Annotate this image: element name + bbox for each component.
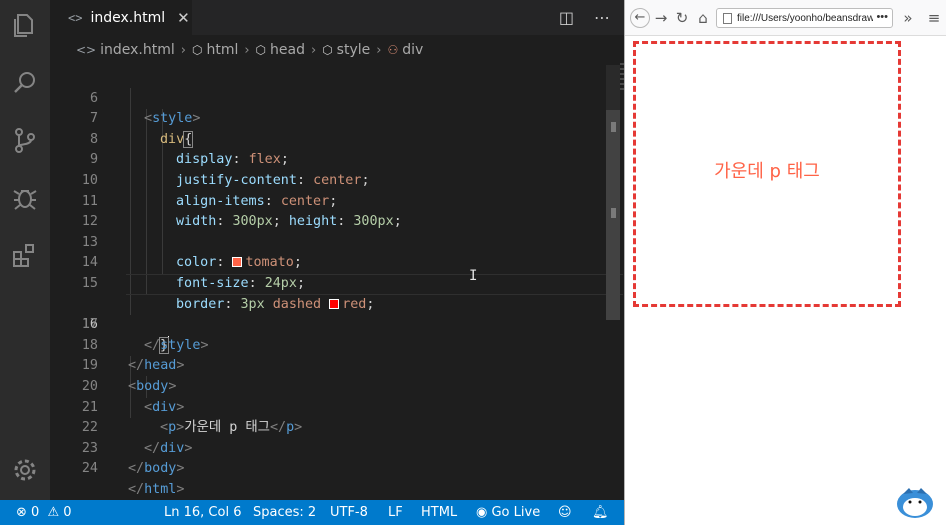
code-line: 20 <div> bbox=[81, 378, 185, 415]
scroll-marker bbox=[611, 122, 616, 132]
go-live-button[interactable]: ◉ Go Live bbox=[476, 500, 540, 525]
back-icon[interactable]: ← bbox=[630, 8, 650, 28]
line-ending[interactable]: LF bbox=[388, 500, 403, 525]
avatar bbox=[893, 480, 937, 520]
problems-indicator[interactable]: ⊗ 0 ⚠ 0 bbox=[16, 500, 72, 525]
cube-icon: ⬡ bbox=[191, 43, 203, 57]
demo-paragraph: 가운데 p 태그 bbox=[714, 161, 820, 182]
chevron-right-icon: › bbox=[310, 42, 317, 58]
cursor-position[interactable]: Ln 16, Col 6 bbox=[164, 500, 241, 525]
cube-icon: ⬡ bbox=[322, 43, 333, 57]
breadcrumb: <> index.html › ⬡ html › ⬡ head › ⬡ style › … bbox=[50, 35, 624, 65]
error-icon: ⊗ bbox=[16, 505, 27, 520]
notifications-bell-icon[interactable]: 🔔︎ bbox=[592, 500, 609, 525]
forward-icon[interactable]: → bbox=[652, 9, 670, 27]
breadcrumb-div[interactable]: ⚇ div bbox=[387, 42, 423, 58]
code-line-current: 16 } bbox=[50, 273, 623, 354]
code-line: 21 <p>가운데 p 태그</p> bbox=[81, 399, 303, 436]
extensions-icon[interactable] bbox=[10, 240, 40, 270]
more-actions-icon[interactable]: ⋯ bbox=[594, 8, 610, 27]
debug-icon[interactable] bbox=[10, 182, 40, 212]
code-editor[interactable]: 6 <style> 7 div{ 8 display: flex; 9 just… bbox=[50, 68, 623, 497]
page-actions-icon[interactable]: ••• bbox=[873, 11, 888, 23]
feedback-smiley-icon[interactable]: ☺ bbox=[558, 500, 572, 525]
code-line: 12 bbox=[81, 214, 98, 230]
overflow-chevrons-icon[interactable]: » bbox=[899, 9, 917, 27]
breadcrumb-html[interactable]: ⬡ html bbox=[192, 42, 238, 58]
code-brackets-icon: <> bbox=[68, 10, 83, 25]
code-line: 8 display: flex; bbox=[89, 131, 289, 168]
encoding[interactable]: UTF-8 bbox=[330, 500, 368, 525]
cube-icon: ⬡ bbox=[255, 43, 267, 57]
browser-toolbar: ← → ↻ ⌂ file:///Users/yoonho/beansdrawe … bbox=[625, 0, 946, 36]
code-line: 7 div{ bbox=[89, 111, 194, 148]
source-control-icon[interactable] bbox=[10, 125, 40, 155]
search-icon[interactable] bbox=[10, 68, 40, 98]
broadcast-icon: ◉ bbox=[476, 505, 488, 520]
selector-icon: ⚇ bbox=[387, 43, 399, 57]
reload-icon[interactable]: ↻ bbox=[673, 9, 691, 27]
code-line: 22 </div> bbox=[81, 420, 193, 456]
code-line: 9 justify-content: center; bbox=[89, 152, 370, 188]
status-bar: ⊗ 0 ⚠ 0 Ln 16, Col 6 Spaces: 2 UTF-8 LF … bbox=[0, 500, 624, 525]
explorer-icon[interactable] bbox=[10, 10, 40, 40]
editor-area[interactable]: <> index.html ✕ ◫ ⋯ <> index.html › ⬡ html… bbox=[50, 0, 640, 500]
menu-icon[interactable]: ≡ bbox=[925, 9, 943, 27]
settings-gear-icon[interactable] bbox=[10, 455, 40, 485]
chevron-right-icon: › bbox=[376, 42, 382, 58]
demo-flex-div: 가운데 p 태그 bbox=[633, 41, 901, 307]
code-line: 14 font-size: 24px; bbox=[81, 255, 305, 291]
url-bar[interactable]: file:///Users/yoonho/beansdrawe ••• bbox=[716, 8, 893, 28]
tab-bar: <> index.html ✕ ◫ ⋯ bbox=[50, 0, 624, 35]
activity-bar bbox=[0, 0, 50, 500]
language-mode[interactable]: HTML bbox=[421, 500, 457, 525]
chevron-right-icon: › bbox=[180, 42, 186, 58]
warning-icon: ⚠ bbox=[47, 505, 60, 520]
scroll-marker bbox=[611, 208, 616, 218]
code-line: 11 width: 300px; height: 300px; bbox=[81, 193, 402, 230]
breadcrumb-file[interactable]: <> index.html bbox=[76, 42, 175, 58]
code-line: 17 </style> bbox=[81, 317, 209, 353]
mouse-ibeam-icon: I bbox=[469, 268, 478, 284]
code-line: 23 </body> bbox=[81, 440, 185, 477]
browser-preview: ← → ↻ ⌂ file:///Users/yoonho/beansdrawe … bbox=[624, 0, 946, 525]
code-line: 18 </head> bbox=[81, 337, 185, 374]
code-line: 15 border: 3px dashed red; bbox=[81, 275, 375, 312]
close-icon[interactable]: ✕ bbox=[177, 9, 190, 27]
indentation[interactable]: Spaces: 2 bbox=[253, 500, 316, 525]
code-line: 13 color: tomato; bbox=[81, 234, 302, 271]
breadcrumb-head[interactable]: ⬡ head bbox=[256, 42, 305, 58]
code-line: 19 <body> bbox=[81, 358, 177, 394]
breadcrumb-style[interactable]: ⬡ style bbox=[322, 42, 370, 58]
split-editor-icon[interactable]: ◫ bbox=[559, 8, 574, 27]
code-line: 10 align-items: center; bbox=[81, 172, 338, 209]
page-icon bbox=[723, 12, 732, 24]
code-brackets-icon: <> bbox=[76, 43, 97, 57]
code-line: 24 </html> bbox=[81, 461, 185, 497]
tab-index-html[interactable]: <> index.html ✕ bbox=[50, 0, 192, 35]
chevron-right-icon: › bbox=[244, 42, 250, 58]
home-icon[interactable]: ⌂ bbox=[694, 9, 712, 27]
tab-label: index.html bbox=[90, 9, 166, 26]
code-line: 6 <style> bbox=[89, 90, 201, 127]
